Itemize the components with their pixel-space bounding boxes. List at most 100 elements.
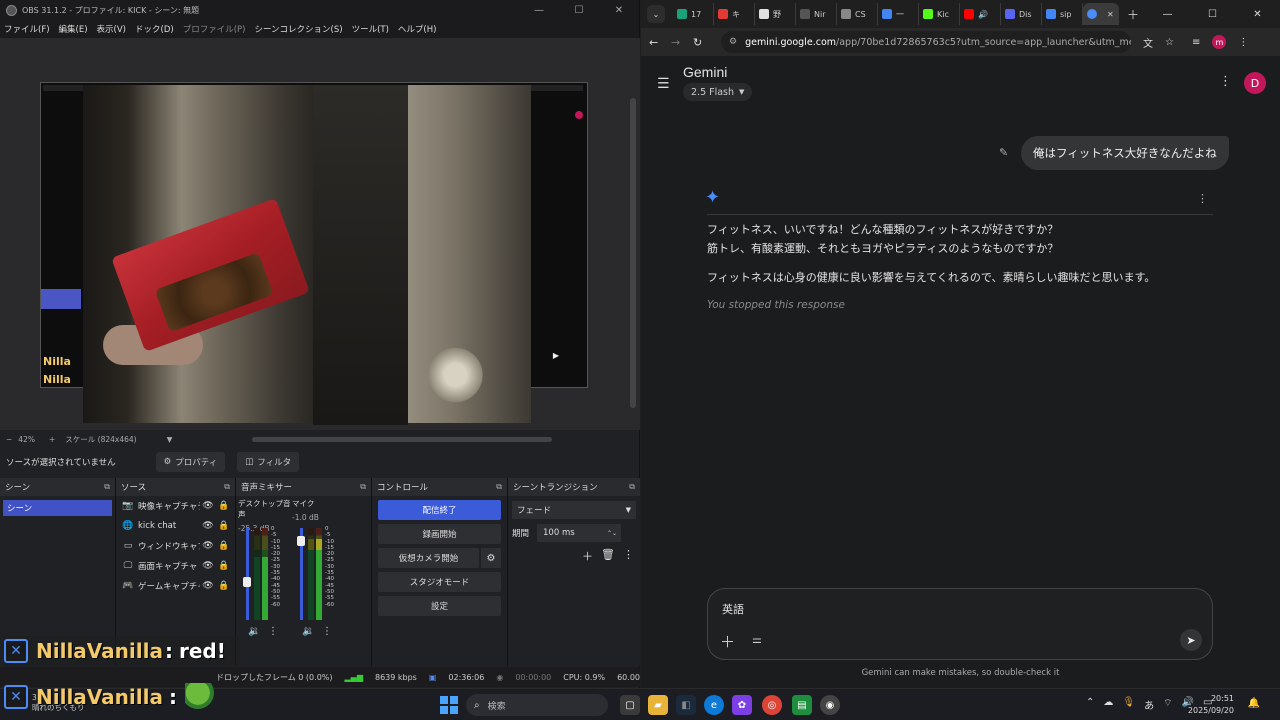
visibility-eye-icon[interactable]: 👁	[200, 501, 216, 511]
reload-icon[interactable]: ↻	[693, 36, 715, 49]
bookmark-star-icon[interactable]: ☆	[1165, 37, 1174, 48]
obs-taskbar-icon[interactable]: ◉	[820, 695, 840, 715]
volume-slider[interactable]	[297, 528, 305, 620]
wifi-icon[interactable]: ⌔	[1163, 697, 1172, 712]
settings-button[interactable]: 設定	[378, 596, 501, 616]
back-arrow-icon[interactable]: ←	[649, 36, 671, 49]
browser-tab[interactable]: 🔊	[960, 3, 1001, 25]
obs-menu-item[interactable]: プロファイル(P)	[183, 23, 246, 35]
preview-horizontal-scrollbar[interactable]	[252, 436, 553, 442]
ime-mode[interactable]: あ	[1144, 697, 1154, 712]
virtual-camera-settings-gear-icon[interactable]: ⚙	[481, 548, 501, 568]
transition-menu-icon[interactable]: ⋮	[623, 548, 634, 564]
preview-vertical-scrollbar[interactable]	[630, 98, 636, 408]
microphone-icon[interactable]: 🎙	[1122, 697, 1135, 712]
sheets-icon[interactable]: ▤	[792, 695, 812, 715]
prompt-input-box[interactable]: 英語 ＋ ⚌ ➤	[707, 588, 1213, 660]
scale-dropdown-icon[interactable]: ▼	[167, 435, 173, 444]
lock-icon[interactable]: 🔒	[216, 501, 232, 511]
chevron-up-icon[interactable]: ⌃	[1086, 697, 1094, 712]
mute-speaker-icon[interactable]: 🔉	[302, 626, 314, 637]
browser-tab[interactable]: CS	[837, 3, 878, 25]
stop-stream-button[interactable]: 配信終了	[378, 500, 501, 520]
add-attachment-plus-icon[interactable]: ＋	[720, 631, 735, 652]
undock-icon[interactable]: ⧉	[629, 482, 635, 492]
add-transition-plus-icon[interactable]: ＋	[582, 548, 593, 564]
taskbar-search[interactable]: ⌕ 検索	[466, 694, 608, 716]
translate-icon[interactable]: 文	[1143, 35, 1153, 50]
model-selector[interactable]: 2.5 Flash ▼	[683, 83, 753, 101]
channel-menu-icon[interactable]: ⋮	[268, 626, 278, 637]
source-item[interactable]: 🎮 ゲームキャプチャ 👁 🔒	[116, 576, 235, 596]
copilot-icon[interactable]: ✿	[732, 695, 752, 715]
edge-icon[interactable]: e	[704, 695, 724, 715]
chrome-maximize-button[interactable]: ☐	[1190, 9, 1235, 20]
forward-arrow-icon[interactable]: →	[671, 36, 693, 49]
lock-icon[interactable]: 🔒	[216, 521, 232, 531]
browser-tab[interactable]: Kic	[919, 3, 960, 25]
task-view-icon[interactable]: ▢	[620, 695, 640, 715]
source-item[interactable]: 📷 映像キャプチャデ 👁 🔒	[116, 496, 235, 516]
undock-icon[interactable]: ⧉	[496, 482, 502, 492]
chrome-icon[interactable]: ◎	[762, 695, 782, 715]
filters-button[interactable]: ◫ フィルタ	[237, 452, 300, 472]
browser-tab[interactable]: 17	[673, 3, 714, 25]
clock[interactable]: 20:51 2025/09/20	[1188, 693, 1234, 717]
obs-minimize-button[interactable]: —	[519, 5, 559, 16]
start-recording-button[interactable]: 録画開始	[378, 524, 501, 544]
file-explorer-icon[interactable]: ▰	[648, 695, 668, 715]
obs-menu-item[interactable]: シーンコレクション(S)	[254, 23, 342, 35]
duration-spinbox[interactable]: 100 ms ⌃⌄	[537, 524, 622, 542]
obs-menu-item[interactable]: 表示(V)	[97, 23, 126, 35]
browser-tab[interactable]: Nir	[796, 3, 837, 25]
zoom-out-button[interactable]: −	[6, 435, 12, 444]
app-icon[interactable]: ◧	[676, 695, 696, 715]
visibility-eye-icon[interactable]: 👁	[200, 521, 216, 531]
spin-arrows-icon[interactable]: ⌃⌄	[607, 530, 617, 537]
browser-tab-active-gemini[interactable]: ✕	[1083, 3, 1119, 25]
lock-icon[interactable]: 🔒	[216, 581, 232, 591]
source-item[interactable]: 🖵 画面キャプチャ 👁 🔒	[116, 556, 235, 576]
volume-slider-knob[interactable]	[297, 536, 305, 547]
source-item[interactable]: 🌐 kick chat 👁 🔒	[116, 516, 235, 536]
source-item[interactable]: ▭ ウィンドウキャプチ👁🔒	[116, 536, 235, 556]
lock-icon[interactable]: 🔒	[216, 561, 232, 571]
undock-icon[interactable]: ⧉	[104, 482, 110, 492]
obs-menu-item[interactable]: ドック(D)	[135, 23, 174, 35]
browser-tab[interactable]: 野	[755, 3, 796, 25]
obs-close-button[interactable]: ✕	[599, 5, 639, 16]
lock-icon[interactable]: 🔒	[216, 541, 232, 551]
properties-button[interactable]: ⚙ プロパティ	[155, 452, 226, 472]
browser-tab[interactable]: Dis	[1001, 3, 1042, 25]
chrome-menu-icon[interactable]: ⋮	[1238, 37, 1248, 48]
volume-slider[interactable]	[243, 528, 251, 620]
chrome-close-button[interactable]: ✕	[1235, 9, 1280, 20]
new-tab-plus-icon[interactable]: ＋	[1127, 6, 1139, 23]
site-info-tune-icon[interactable]: ⚙	[729, 37, 737, 47]
obs-menu-item[interactable]: ツール(T)	[352, 23, 389, 35]
remove-transition-trash-icon[interactable]: 🗑	[601, 548, 615, 564]
obs-maximize-button[interactable]: ☐	[559, 5, 599, 16]
browser-tab[interactable]: sip	[1042, 3, 1083, 25]
mute-speaker-icon[interactable]: 🔉	[248, 626, 260, 637]
undock-icon[interactable]: ⧉	[360, 482, 366, 492]
browser-tab[interactable]: キ	[714, 3, 755, 25]
start-virtual-camera-button[interactable]: 仮想カメラ開始	[378, 548, 479, 568]
transition-select[interactable]: フェード ▼	[512, 501, 636, 519]
start-windows-icon[interactable]	[440, 696, 458, 714]
obs-menu-item[interactable]: ファイル(F)	[4, 23, 50, 35]
prompt-text[interactable]: 英語	[722, 601, 744, 617]
preview-canvas[interactable]: Nilla Nilla ▶	[40, 82, 588, 425]
notification-bell-icon[interactable]: 🔔	[1248, 698, 1260, 709]
visibility-eye-icon[interactable]: 👁	[200, 561, 216, 571]
channel-menu-icon[interactable]: ⋮	[322, 626, 332, 637]
url-omnibox[interactable]: ⚙ gemini.google.com /app/70be1d72865763c…	[721, 31, 1131, 53]
undock-icon[interactable]: ⧉	[224, 482, 230, 492]
send-icon[interactable]: ➤	[1180, 629, 1202, 651]
profile-avatar[interactable]: m	[1212, 35, 1227, 49]
hamburger-menu-icon[interactable]: ☰	[657, 76, 670, 92]
obs-menu-item[interactable]: 編集(E)	[59, 23, 88, 35]
zoom-in-button[interactable]: +	[49, 435, 55, 444]
tab-search-chevron-icon[interactable]: ⌄	[647, 5, 665, 23]
obs-menu-item[interactable]: ヘルプ(H)	[398, 23, 437, 35]
